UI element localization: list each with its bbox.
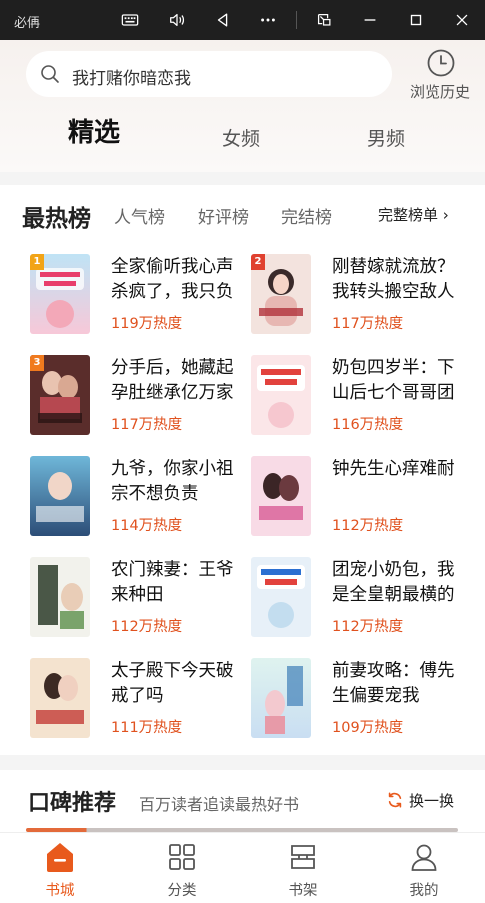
book-title: 分手后，她藏起孕肚继承亿万家产 <box>111 358 234 403</box>
book-heat: 112万热度 <box>332 619 404 635</box>
book-item[interactable]: 团宠小奶包，我是全皇朝最横的崽 112万热度 <box>251 557 481 647</box>
book-heat: 117万热度 <box>332 316 404 332</box>
bookshelf-icon <box>291 845 315 869</box>
nav-category[interactable]: 分类 <box>142 833 222 903</box>
tab-rated[interactable]: 好评榜 <box>198 203 249 228</box>
bookstore-icon <box>47 843 73 872</box>
book-item[interactable]: 2 刚替嫁就流放？我转头搬空敌人库房 117万热度 <box>251 254 481 344</box>
book-item[interactable]: 前妻攻略：傅先生偏要宠我 109万热度 <box>251 658 481 748</box>
history-label: 浏览历史 <box>409 83 470 101</box>
book-title: 九爷，你家小祖宗不想负责 <box>111 459 234 504</box>
titlebar-divider <box>296 11 297 29</box>
koubei-title: 口碑推荐 <box>28 790 117 816</box>
book-item[interactable]: 1 全家偷听我心声杀疯了，我只负责吃奶 119万热度 <box>30 254 260 344</box>
book-cover <box>251 557 311 637</box>
book-item[interactable]: 九爷，你家小祖宗不想负责 114万热度 <box>30 456 260 546</box>
keyboard-icon[interactable] <box>116 6 144 34</box>
book-item[interactable]: 奶包四岁半：下山后七个哥哥团宠我 116万热度 <box>251 355 481 445</box>
book-cover <box>251 658 311 738</box>
book-title: 钟先生心痒难耐 <box>332 459 455 479</box>
book-heat: 112万热度 <box>332 518 404 534</box>
nav-label: 书城 <box>45 883 75 899</box>
book-cover <box>30 557 90 637</box>
full-list-label: 完整榜单 <box>378 206 439 224</box>
book-heat: 114万热度 <box>111 518 183 534</box>
top-header: 我打赌你暗恋我 浏览历史 精选 女频 男频 <box>0 40 485 172</box>
bottom-nav: 书城 分类 书架 我的 <box>0 832 485 903</box>
clock-icon <box>427 49 455 77</box>
search-text: 我打赌你暗恋我 <box>72 69 191 89</box>
nav-label: 我的 <box>409 883 439 899</box>
history-button[interactable]: 浏览历史 <box>404 48 476 104</box>
book-heat: 112万热度 <box>111 619 183 635</box>
tab-popular[interactable]: 人气榜 <box>114 203 165 228</box>
book-item[interactable]: 农门辣妻：王爷来种田 112万热度 <box>30 557 260 647</box>
chevron-right-icon: › <box>442 206 449 224</box>
user-icon <box>411 844 437 871</box>
book-item[interactable]: 钟先生心痒难耐 112万热度 <box>251 456 481 546</box>
koubei-section: 口碑推荐 百万读者追读最热好书 换一换 <box>0 770 485 832</box>
tab-jingxuan[interactable]: 精选 <box>68 112 120 149</box>
book-title: 农门辣妻：王爷来种田 <box>111 560 234 605</box>
minimize-icon[interactable] <box>356 6 384 34</box>
book-cover: 1 <box>30 254 90 334</box>
book-heat: 109万热度 <box>332 720 404 736</box>
book-heat: 116万热度 <box>332 417 404 433</box>
nav-label: 分类 <box>167 883 197 899</box>
full-list-link[interactable]: 完整榜单 › <box>378 204 449 225</box>
book-heat: 119万热度 <box>111 316 183 332</box>
nav-profile[interactable]: 我的 <box>384 833 464 903</box>
nav-label: 书架 <box>288 883 318 899</box>
nav-bookstore[interactable]: 书城 <box>20 833 100 903</box>
nav-bookshelf[interactable]: 书架 <box>263 833 343 903</box>
grid-icon <box>169 844 195 870</box>
book-title: 太子殿下今天破戒了吗 <box>111 661 234 706</box>
book-cover <box>30 658 90 738</box>
book-title: 团宠小奶包，我是全皇朝最横的崽 <box>332 560 455 605</box>
refresh-button[interactable]: 换一换 <box>386 789 466 813</box>
book-item[interactable]: 3 分手后，她藏起孕肚继承亿万家产 117万热度 <box>30 355 260 445</box>
refresh-label: 换一换 <box>409 792 455 810</box>
search-icon <box>41 65 59 83</box>
search-bar[interactable]: 我打赌你暗恋我 <box>26 51 392 97</box>
book-title: 奶包四岁半：下山后七个哥哥团宠我 <box>332 358 455 403</box>
window-titlebar: 必侢 <box>0 0 485 40</box>
book-heat: 111万热度 <box>111 720 183 736</box>
ranking-title: 最热榜 <box>22 205 91 232</box>
book-title: 前妻攻略：傅先生偏要宠我 <box>332 661 455 706</box>
volume-icon[interactable] <box>163 6 191 34</box>
back-icon[interactable] <box>209 6 237 34</box>
ranking-card: 最热榜 人气榜 好评榜 完结榜 完整榜单 › 1 全家偷听我心声杀疯了，我只负责… <box>0 185 485 755</box>
rank-badge: 2 <box>251 254 265 270</box>
book-item[interactable]: 太子殿下今天破戒了吗 111万热度 <box>30 658 260 748</box>
pip-icon[interactable] <box>310 6 338 34</box>
tab-nvpin[interactable]: 女频 <box>222 124 260 151</box>
book-cover: 3 <box>30 355 90 435</box>
book-cover: 2 <box>251 254 311 334</box>
tab-nanpin[interactable]: 男频 <box>367 124 405 151</box>
app-name: 必侢 <box>14 16 41 31</box>
close-icon[interactable] <box>448 6 476 34</box>
book-title: 全家偷听我心声杀疯了，我只负责吃奶 <box>111 257 234 302</box>
tab-completed[interactable]: 完结榜 <box>281 203 332 228</box>
maximize-icon[interactable] <box>402 6 430 34</box>
rank-badge: 3 <box>30 355 44 371</box>
book-cover <box>30 456 90 536</box>
more-options-icon[interactable] <box>254 6 282 34</box>
koubei-subtitle: 百万读者追读最热好书 <box>139 795 300 814</box>
book-cover <box>251 355 311 435</box>
book-heat: 117万热度 <box>111 417 183 433</box>
rank-badge: 1 <box>30 254 44 270</box>
book-title: 刚替嫁就流放？我转头搬空敌人库房 <box>332 257 455 302</box>
refresh-icon <box>388 792 402 808</box>
book-cover <box>251 456 311 536</box>
